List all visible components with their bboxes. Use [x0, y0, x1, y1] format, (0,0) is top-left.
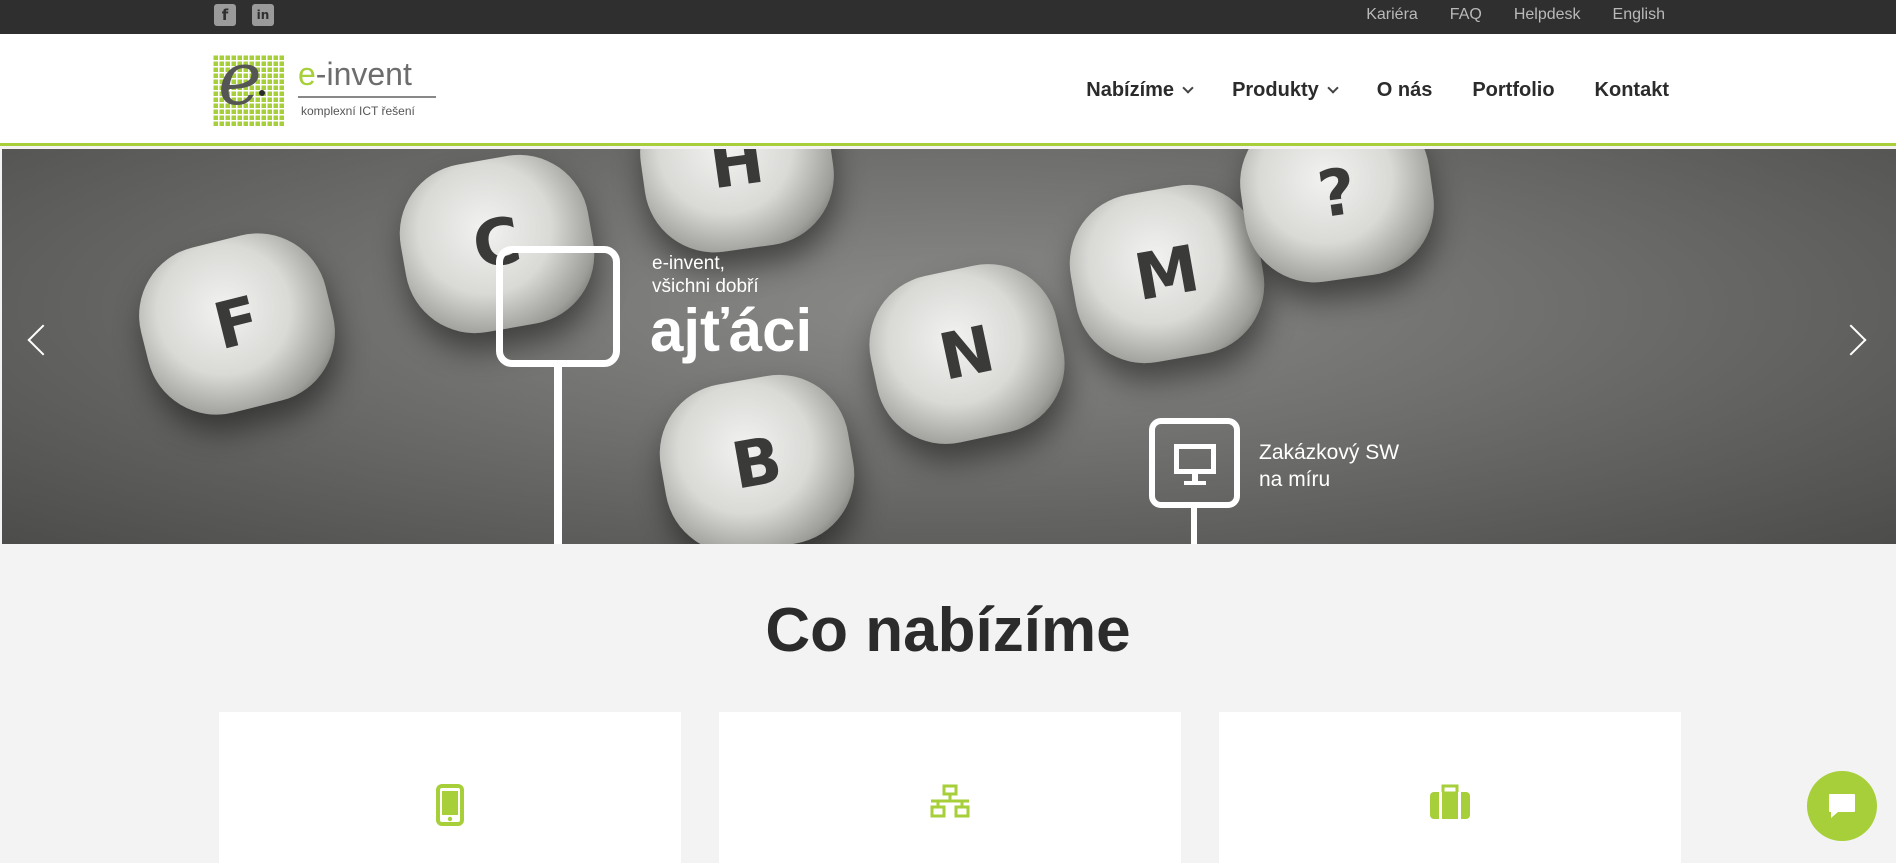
chevron-down-icon — [1182, 82, 1194, 94]
chat-icon — [1829, 794, 1855, 818]
logo-mark: e — [212, 42, 284, 126]
slider-prev-arrow-icon[interactable] — [27, 324, 59, 356]
top-link-english[interactable]: English — [1613, 6, 1665, 24]
nav-item-label: Portfolio — [1472, 78, 1555, 101]
main-nav: Nabízíme Produkty O nás Portfolio Kontak… — [1086, 34, 1669, 146]
nav-item-label: O nás — [1376, 78, 1433, 101]
hero-tagline-line1: e-invent, — [652, 253, 725, 274]
keyboard-key: B — [648, 363, 866, 544]
keyboard-key: H — [631, 149, 843, 262]
monitor-icon — [1174, 444, 1216, 474]
hero-sw-line1: Zakázkový SW — [1259, 441, 1400, 464]
logo-letter: e — [218, 36, 262, 122]
hero-tagline: e-invent, všichni dobří — [652, 252, 759, 298]
briefcase-icon — [1430, 784, 1470, 819]
top-link-kariera[interactable]: Kariéra — [1366, 6, 1418, 24]
section-title: Co nabízíme — [765, 596, 1131, 665]
mobile-icon — [436, 784, 464, 826]
offer-card[interactable] — [1219, 712, 1681, 863]
top-link-helpdesk[interactable]: Helpdesk — [1514, 6, 1581, 24]
monitor-icon-base — [1184, 481, 1206, 485]
top-bar: f in Kariéra FAQ Helpdesk English — [0, 0, 1896, 34]
linkedin-icon[interactable]: in — [252, 4, 274, 26]
top-link-faq[interactable]: FAQ — [1450, 6, 1482, 24]
keyboard-key: N — [856, 251, 1078, 457]
nav-item-nabizime[interactable]: Nabízíme — [1086, 78, 1194, 102]
nav-item-kontakt[interactable]: Kontakt — [1595, 79, 1669, 102]
nav-item-label: Kontakt — [1594, 78, 1669, 101]
logo-dot — [259, 90, 265, 96]
hero-sw-caption: Zakázkový SW na míru — [1259, 439, 1399, 493]
site-header: e e-invent komplexní ICT řešení Nabízíme… — [0, 34, 1896, 146]
hero-sw-line2: na míru — [1259, 468, 1331, 491]
nav-item-produkty[interactable]: Produkty — [1232, 78, 1339, 102]
hero-sw-stem — [1191, 508, 1197, 544]
hero-tagline-line2: všichni dobří — [652, 276, 759, 297]
nav-item-portfolio[interactable]: Portfolio — [1472, 79, 1554, 102]
keyboard-key: F — [124, 218, 350, 430]
offer-card[interactable] — [219, 712, 681, 863]
hero-headline: ajťáci — [650, 297, 813, 364]
nav-item-label: Nabízíme — [1086, 78, 1175, 101]
nav-item-o-nas[interactable]: O nás — [1377, 79, 1433, 102]
slider-next-arrow-icon[interactable] — [1835, 324, 1867, 356]
network-icon — [930, 784, 970, 818]
chevron-down-icon — [1327, 82, 1339, 94]
monitor-icon-stand — [1192, 474, 1198, 481]
logo-name-rest: -invent — [315, 56, 412, 92]
logo-name: e-invent — [298, 58, 412, 90]
nav-item-label: Produkty — [1232, 78, 1319, 101]
logo-divider — [298, 96, 436, 98]
hero-frame-stem — [554, 367, 562, 544]
logo-tagline: komplexní ICT řešení — [301, 104, 415, 118]
top-links: Kariéra FAQ Helpdesk English — [1366, 0, 1665, 30]
hero-frame — [496, 246, 620, 367]
logo-name-prefix: e — [298, 56, 316, 92]
offer-card[interactable] — [719, 712, 1181, 863]
logo[interactable]: e e-invent komplexní ICT řešení — [212, 42, 442, 130]
chat-button[interactable] — [1807, 771, 1877, 841]
hero-slider: F C H N M B ? e-invent, všichni dobří aj… — [2, 149, 1896, 544]
facebook-icon[interactable]: f — [214, 4, 236, 26]
